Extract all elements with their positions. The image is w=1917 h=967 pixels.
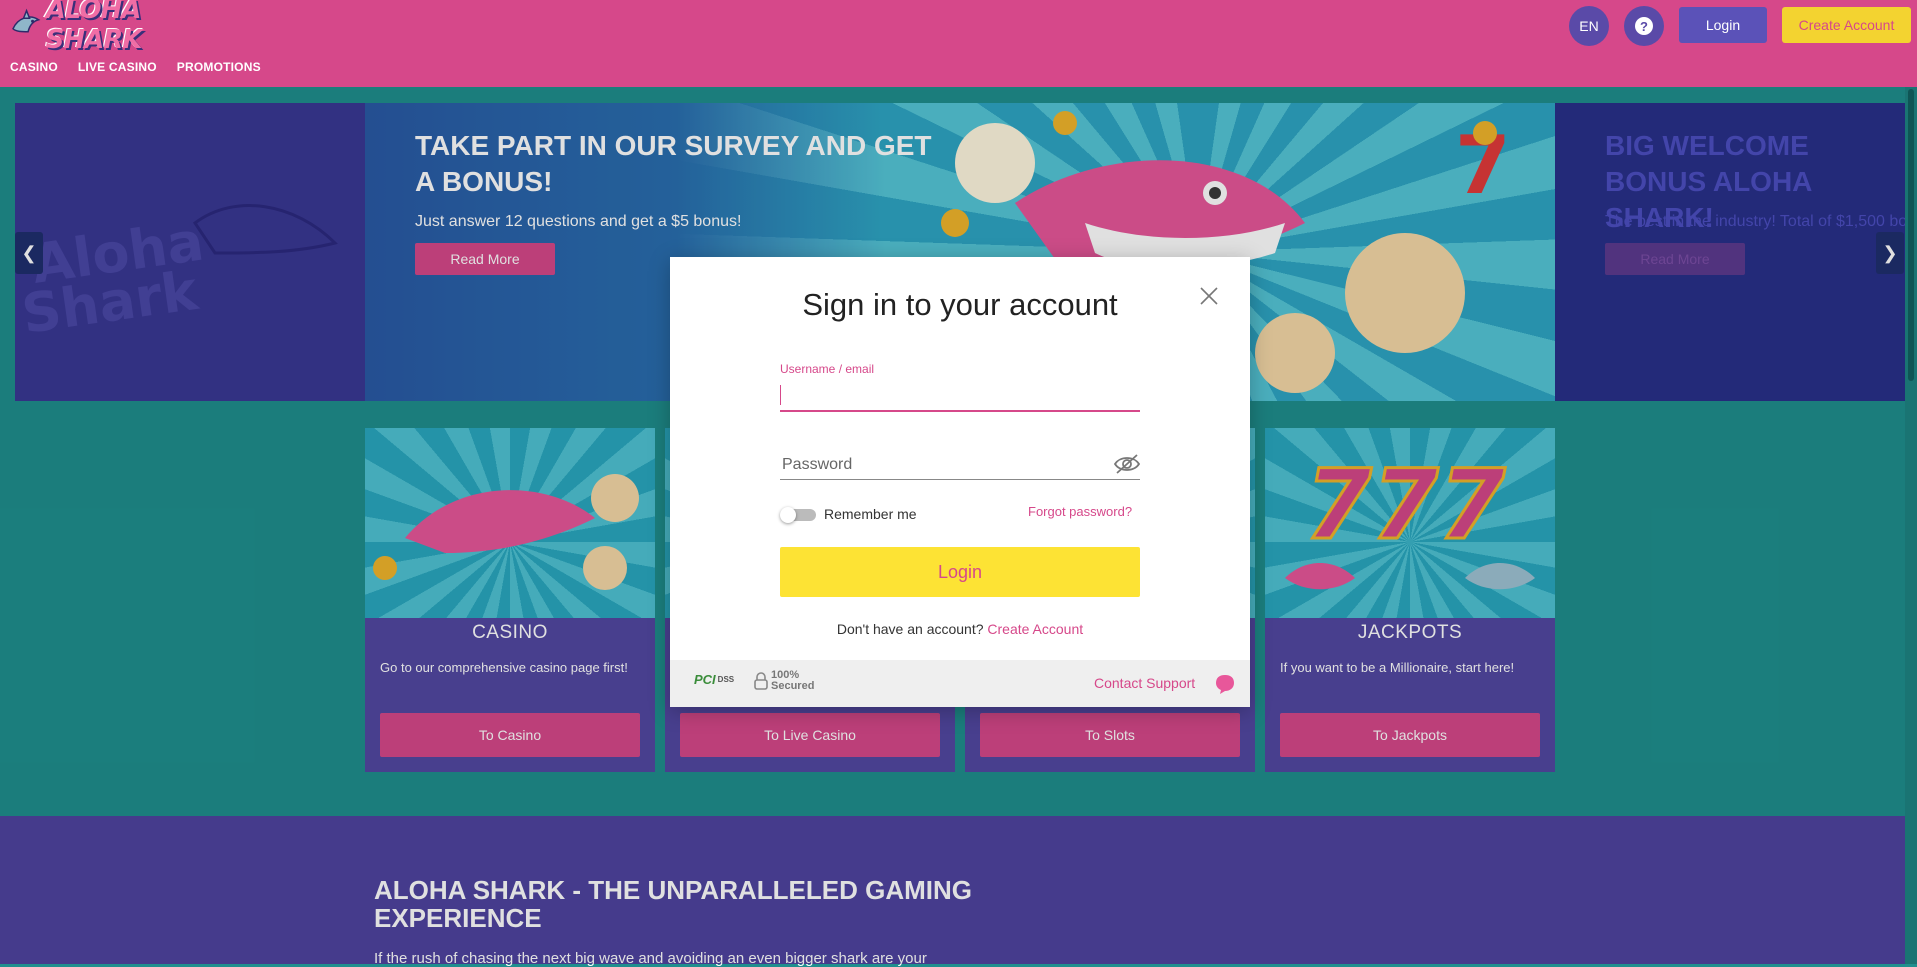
username-underline bbox=[780, 410, 1140, 412]
no-account-row: Don't have an account? Create Account bbox=[670, 621, 1250, 637]
create-account-link[interactable]: Create Account bbox=[987, 621, 1083, 637]
lock-icon bbox=[754, 672, 768, 690]
page-scrollbar[interactable] bbox=[1905, 87, 1917, 964]
scrollbar-thumb[interactable] bbox=[1908, 89, 1914, 381]
no-account-text: Don't have an account? bbox=[836, 621, 984, 637]
sign-in-modal: Sign in to your account Username / email… bbox=[670, 257, 1250, 707]
site-header: ALOHA SHARK CASINO LIVE CASINO PROMOTION… bbox=[0, 0, 1917, 87]
pci-dss-badge: PCI DSS bbox=[694, 672, 734, 687]
username-label: Username / email bbox=[780, 362, 875, 376]
header-create-account-button[interactable]: Create Account bbox=[1782, 7, 1911, 43]
username-input[interactable] bbox=[780, 383, 1144, 409]
text-caret bbox=[780, 385, 781, 405]
eye-slash-icon[interactable] bbox=[1113, 453, 1141, 475]
help-button[interactable]: ? bbox=[1624, 6, 1664, 46]
svg-text:?: ? bbox=[1640, 19, 1648, 34]
toggle-knob bbox=[780, 507, 796, 523]
secured-text: 100% Secured bbox=[771, 670, 814, 692]
nav-live-casino[interactable]: LIVE CASINO bbox=[78, 60, 157, 74]
forgot-password-link[interactable]: Forgot password? bbox=[1028, 504, 1132, 519]
login-button[interactable]: Login bbox=[780, 547, 1140, 597]
close-icon[interactable] bbox=[1198, 285, 1220, 307]
dss-label: DSS bbox=[717, 675, 735, 684]
remember-me-toggle[interactable] bbox=[780, 507, 816, 523]
chat-bubble-icon[interactable] bbox=[1214, 673, 1236, 695]
password-underline bbox=[780, 479, 1140, 480]
language-button[interactable]: EN bbox=[1569, 6, 1609, 46]
main-nav: CASINO LIVE CASINO PROMOTIONS bbox=[10, 60, 261, 74]
password-input[interactable] bbox=[780, 451, 1114, 479]
shark-logo-icon bbox=[12, 8, 41, 33]
question-icon: ? bbox=[1635, 17, 1653, 35]
nav-casino[interactable]: CASINO bbox=[10, 60, 58, 74]
pci-label: PCI bbox=[694, 672, 716, 687]
remember-me-label[interactable]: Remember me bbox=[824, 506, 917, 522]
modal-footer: PCI DSS 100% Secured Contact Support bbox=[670, 660, 1250, 707]
modal-title: Sign in to your account bbox=[802, 287, 1118, 322]
nav-promotions[interactable]: PROMOTIONS bbox=[177, 60, 261, 74]
header-login-button[interactable]: Login bbox=[1679, 7, 1767, 43]
secured-label: Secured bbox=[771, 680, 815, 692]
logo-text: ALOHA SHARK bbox=[45, 0, 143, 55]
logo[interactable]: ALOHA SHARK bbox=[10, 0, 195, 55]
contact-support-link[interactable]: Contact Support bbox=[1094, 675, 1195, 691]
secured-badge: 100% Secured bbox=[754, 670, 814, 692]
